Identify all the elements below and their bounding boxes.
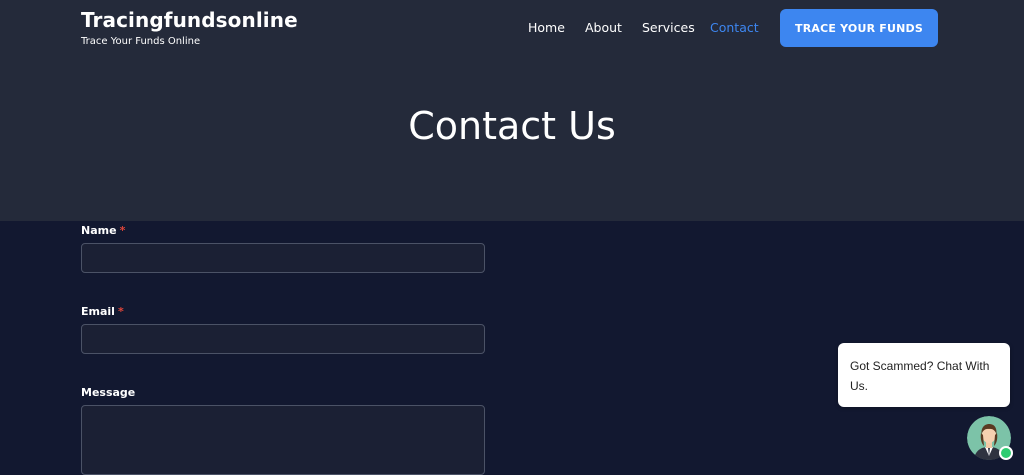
email-input[interactable] (81, 324, 485, 354)
brand-title[interactable]: Tracingfundsonline (81, 8, 298, 32)
email-label-text: Email (81, 305, 115, 318)
required-marker: * (117, 305, 124, 318)
name-label-text: Name (81, 224, 117, 237)
page-title: Contact Us (408, 104, 616, 148)
message-label: Message (81, 386, 135, 399)
brand-tagline: Trace Your Funds Online (81, 36, 201, 47)
nav-home[interactable]: Home (528, 20, 565, 35)
required-marker: * (119, 224, 126, 237)
support-agent-avatar-icon[interactable] (967, 416, 1013, 460)
name-label: Name * (81, 224, 125, 237)
email-label: Email * (81, 305, 124, 318)
message-label-text: Message (81, 386, 136, 399)
trace-your-funds-button[interactable]: TRACE YOUR FUNDS (780, 9, 938, 47)
chat-prompt-bubble[interactable]: Got Scammed? Chat With Us. (838, 343, 1010, 407)
hero-header: Tracingfundsonline Trace Your Funds Onli… (0, 0, 1024, 221)
message-textarea[interactable] (81, 405, 485, 475)
online-status-dot (999, 446, 1013, 460)
nav-contact[interactable]: Contact (710, 20, 759, 35)
nav-services[interactable]: Services (642, 20, 695, 35)
name-input[interactable] (81, 243, 485, 273)
nav-about[interactable]: About (585, 20, 622, 35)
brand[interactable]: Tracingfundsonline Trace Your Funds Onli… (81, 8, 298, 49)
